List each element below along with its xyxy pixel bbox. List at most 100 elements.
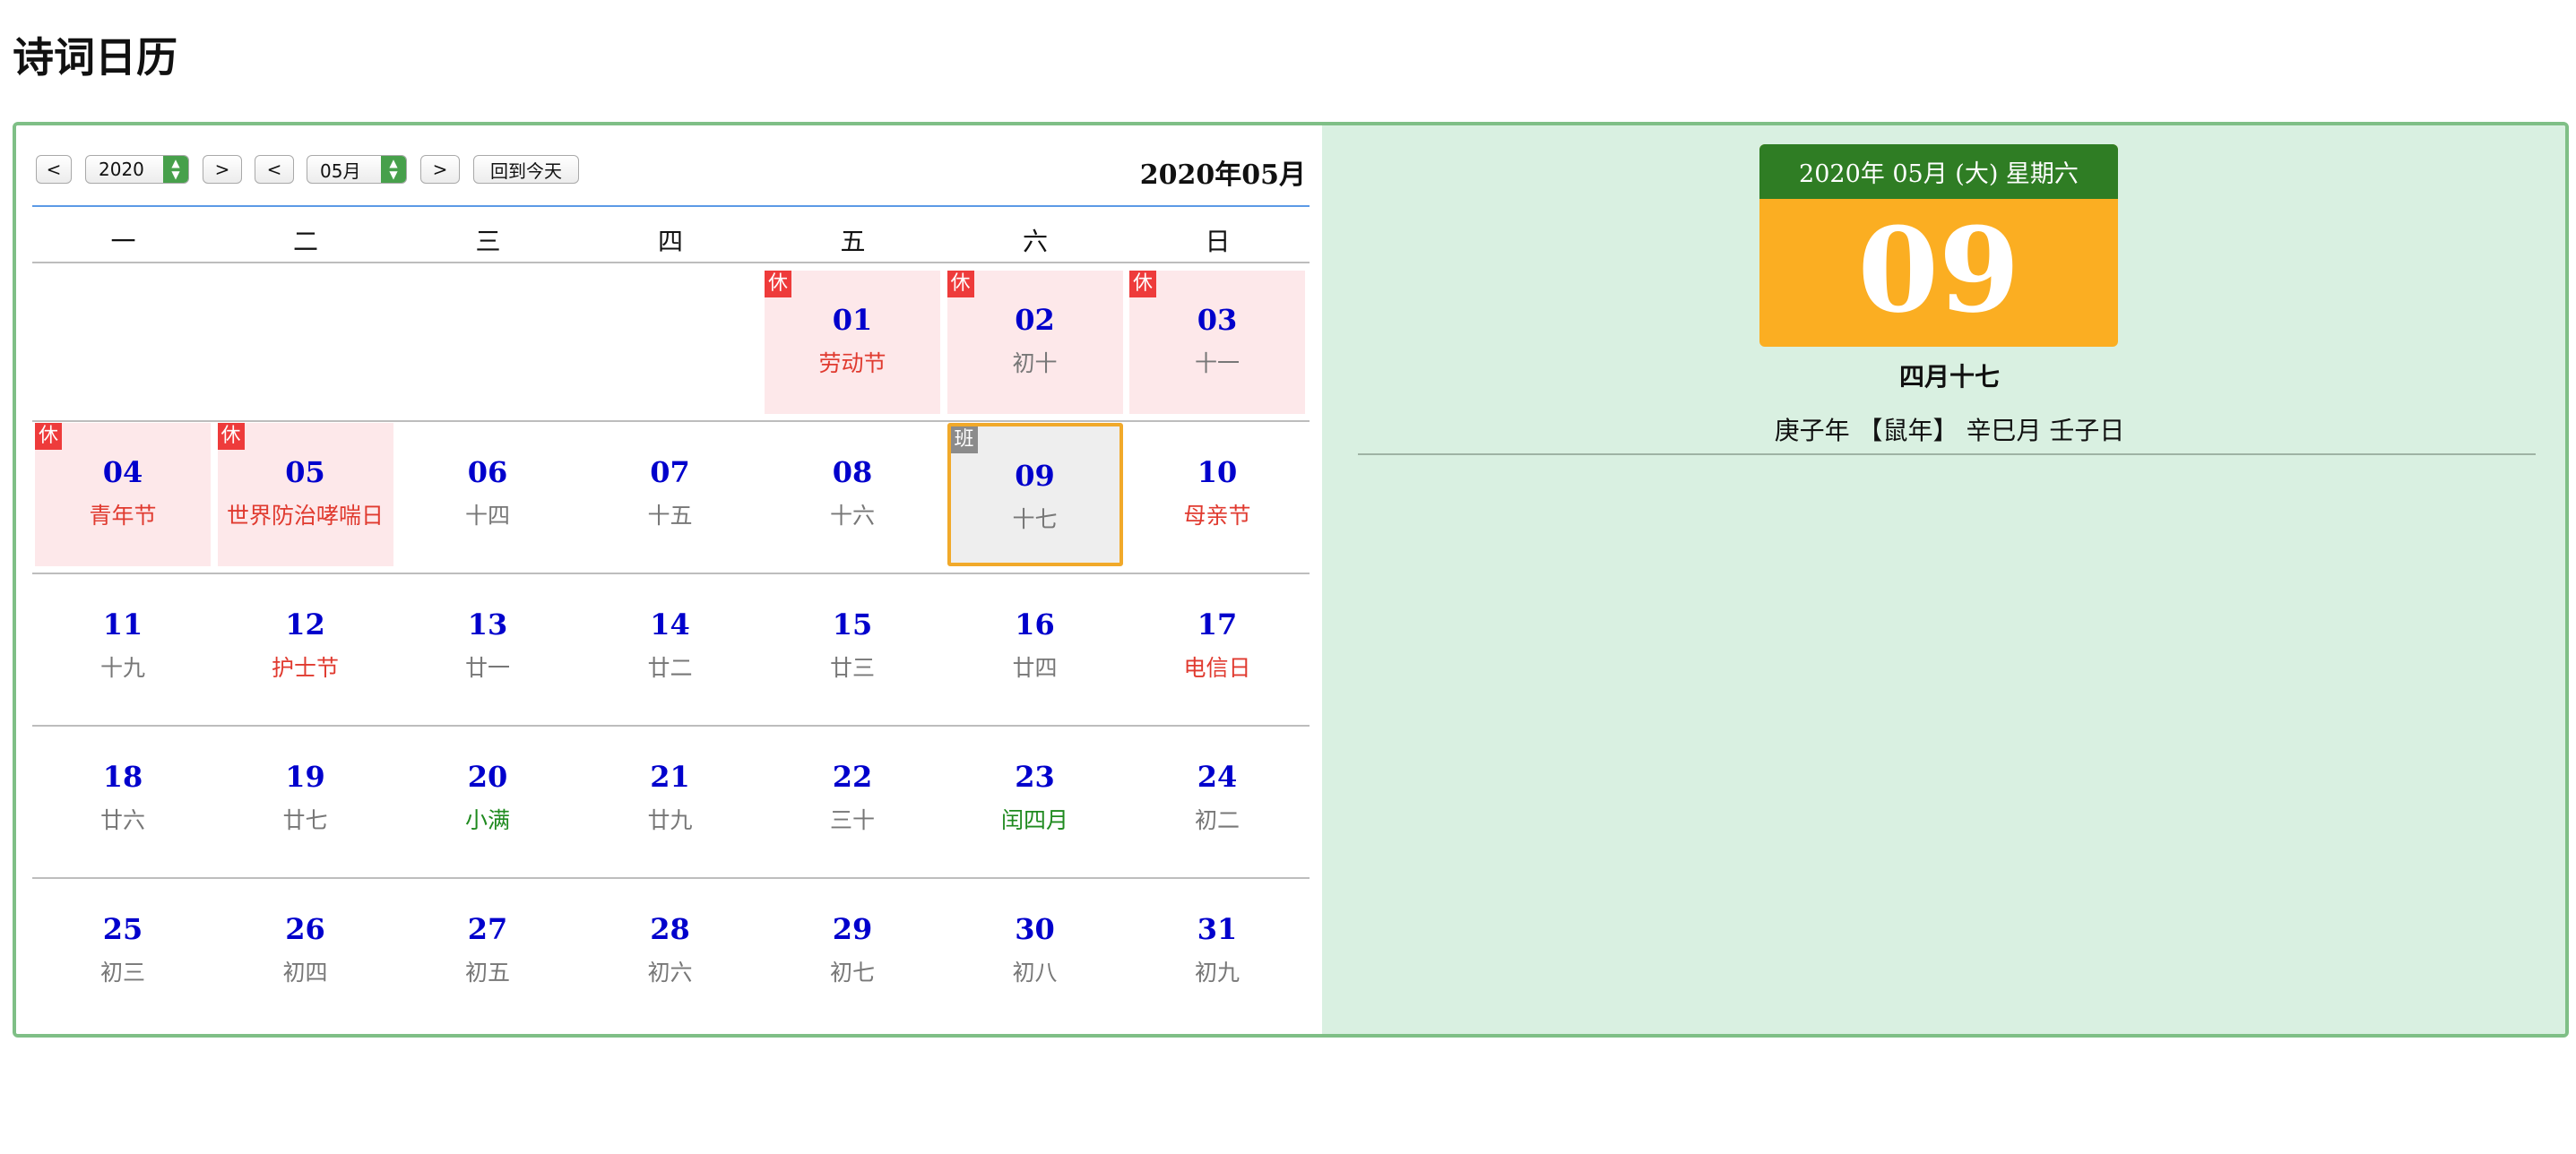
- month-title: 2020年05月: [1139, 159, 1306, 191]
- day-number: 01: [832, 303, 873, 337]
- weekday-header: 一: [110, 227, 136, 256]
- day-cell[interactable]: 休 02 初十: [947, 271, 1123, 414]
- day-cell[interactable]: 休 01 劳动节: [765, 271, 940, 414]
- weekday-header: 四: [657, 227, 683, 256]
- day-cell[interactable]: 08 十六: [765, 423, 940, 566]
- day-subtitle: 初七: [829, 960, 875, 986]
- weekday-header: 五: [840, 227, 866, 256]
- day-number: 29: [832, 912, 873, 946]
- day-cell[interactable]: 24 初二: [1129, 728, 1305, 871]
- day-subtitle: 护士节: [271, 655, 339, 681]
- day-number: 02: [1015, 303, 1055, 337]
- selected-date-header: 2020年 05月 (大) 星期六: [1759, 144, 2118, 199]
- day-subtitle: 廿四: [1012, 655, 1058, 681]
- day-subtitle: 十五: [647, 503, 693, 529]
- prev-year-button[interactable]: <: [36, 155, 72, 184]
- day-number: 03: [1197, 303, 1238, 337]
- day-number: 11: [102, 607, 143, 642]
- day-subtitle: 初四: [282, 960, 328, 986]
- day-cell[interactable]: 06 十四: [400, 423, 575, 566]
- day-number: 24: [1197, 760, 1238, 794]
- month-select[interactable]: 05月 ▲ ▼: [307, 155, 407, 184]
- day-subtitle: 初九: [1194, 960, 1240, 986]
- day-cell[interactable]: 13 廿一: [400, 575, 575, 719]
- day-number: 25: [102, 912, 143, 946]
- day-number: 05: [285, 455, 325, 489]
- prev-month-button[interactable]: <: [255, 155, 294, 184]
- day-cell[interactable]: 21 廿九: [583, 728, 758, 871]
- day-cell[interactable]: 14 廿二: [583, 575, 758, 719]
- day-subtitle: 廿七: [282, 807, 328, 833]
- year-select-value: 2020: [99, 159, 144, 180]
- back-to-today-button[interactable]: 回到今天: [473, 155, 579, 184]
- day-cell[interactable]: 休 03 十一: [1129, 271, 1305, 414]
- day-number: 14: [650, 607, 690, 642]
- day-cell[interactable]: 29 初七: [765, 880, 940, 1023]
- day-number: 28: [650, 912, 690, 946]
- day-subtitle: 闰四月: [1000, 807, 1068, 833]
- day-cell[interactable]: 20 小满: [400, 728, 575, 871]
- day-number: 08: [832, 455, 873, 489]
- day-subtitle: 十四: [464, 503, 510, 529]
- day-subtitle: 劳动节: [818, 350, 886, 376]
- stepper-icon: ▲ ▼: [381, 156, 406, 183]
- day-cell[interactable]: 19 廿七: [218, 728, 393, 871]
- ganzhi-text: 庚子年 【鼠年】 辛巳月 壬子日: [1774, 416, 2125, 445]
- day-number: 30: [1015, 912, 1055, 946]
- workday-badge: 班: [950, 426, 978, 453]
- selected-day-number: 09: [1857, 202, 2020, 339]
- day-subtitle: 三十: [829, 807, 875, 833]
- day-subtitle: 初六: [647, 960, 693, 986]
- day-cell[interactable]: 休 04 青年节: [35, 423, 211, 566]
- year-select[interactable]: 2020 ▲ ▼: [85, 155, 189, 184]
- day-cell[interactable]: 12 护士节: [218, 575, 393, 719]
- day-number: 06: [467, 455, 508, 489]
- day-cell-today[interactable]: 班 09 十七: [947, 423, 1123, 566]
- day-cell[interactable]: 25 初三: [35, 880, 211, 1023]
- day-cell[interactable]: 10 母亲节: [1129, 423, 1305, 566]
- day-cell[interactable]: 23 闰四月: [947, 728, 1123, 871]
- day-cell[interactable]: 17 电信日: [1129, 575, 1305, 719]
- day-cell[interactable]: 28 初六: [583, 880, 758, 1023]
- row-divider: [32, 725, 1310, 727]
- row-divider: [32, 262, 1310, 263]
- day-number: 20: [467, 760, 508, 794]
- day-number: 18: [102, 760, 143, 794]
- month-select-value: 05月: [320, 159, 361, 182]
- calendar-container: < 2020 ▲ ▼ > < 05月 ▲ ▼ > 回到今天 2020年05月 一二三…: [13, 122, 2569, 1038]
- next-year-button[interactable]: >: [203, 155, 242, 184]
- day-subtitle: 初五: [464, 960, 510, 986]
- day-number: 09: [1015, 459, 1055, 493]
- rest-day-badge: 休: [35, 423, 62, 450]
- day-cell[interactable]: 16 廿四: [947, 575, 1123, 719]
- rest-day-badge: 休: [765, 271, 791, 297]
- day-cell[interactable]: 31 初九: [1129, 880, 1305, 1023]
- next-month-button[interactable]: >: [420, 155, 460, 184]
- day-number: 07: [650, 455, 690, 489]
- day-subtitle: 十一: [1194, 350, 1240, 376]
- day-cell[interactable]: 27 初五: [400, 880, 575, 1023]
- day-cell[interactable]: 07 十五: [583, 423, 758, 566]
- row-divider: [32, 877, 1310, 879]
- day-subtitle: 廿一: [464, 655, 510, 681]
- day-subtitle: 初八: [1012, 960, 1058, 986]
- day-number: 26: [285, 912, 325, 946]
- weekday-header: 六: [1022, 227, 1048, 256]
- day-cell[interactable]: 18 廿六: [35, 728, 211, 871]
- row-divider: [32, 420, 1310, 422]
- day-cell[interactable]: 22 三十: [765, 728, 940, 871]
- detail-panel: 2020年 05月 (大) 星期六 09 四月十七 庚子年 【鼠年】 辛巳月 壬…: [1322, 125, 2565, 1034]
- day-number: 31: [1197, 912, 1238, 946]
- day-number: 12: [285, 607, 325, 642]
- day-subtitle: 初三: [99, 960, 145, 986]
- day-cell[interactable]: 26 初四: [218, 880, 393, 1023]
- lunar-date: 四月十七: [1898, 362, 2000, 392]
- rest-day-badge: 休: [1129, 271, 1156, 297]
- day-cell[interactable]: 15 廿三: [765, 575, 940, 719]
- day-number: 15: [832, 607, 873, 642]
- day-number: 13: [467, 607, 508, 642]
- day-cell[interactable]: 30 初八: [947, 880, 1123, 1023]
- day-cell[interactable]: 休 05 世界防治哮喘日: [217, 423, 393, 566]
- day-subtitle: 初十: [1012, 350, 1058, 376]
- day-cell[interactable]: 11 十九: [35, 575, 211, 719]
